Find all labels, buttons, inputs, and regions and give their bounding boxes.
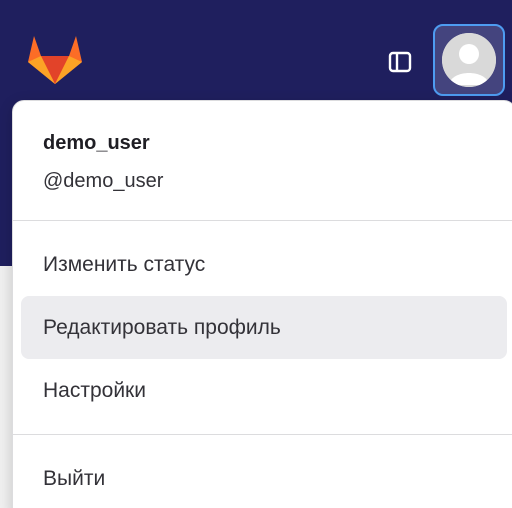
menu-item-sign-out[interactable]: Выйти xyxy=(21,447,507,508)
avatar xyxy=(442,33,496,87)
menu-item-set-status[interactable]: Изменить статус xyxy=(21,233,507,296)
sidebar-toggle-icon xyxy=(388,51,412,73)
menu-item-edit-profile[interactable]: Редактировать профиль xyxy=(21,296,507,359)
user-info[interactable]: demo_user @demo_user xyxy=(13,101,512,220)
user-avatar-icon xyxy=(442,33,496,87)
menu-item-preferences[interactable]: Настройки xyxy=(21,359,507,422)
app-stage: demo_user @demo_user Изменить статус Ред… xyxy=(0,0,512,508)
menu-section-main: Изменить статус Редактировать профиль На… xyxy=(13,221,512,434)
menu-section-signout: Выйти xyxy=(13,435,512,508)
user-menu-button[interactable] xyxy=(433,24,505,96)
user-name: demo_user xyxy=(43,132,150,154)
gitlab-logo-icon[interactable] xyxy=(26,32,84,86)
sidebar-toggle-button[interactable] xyxy=(385,47,415,77)
user-menu-dropdown: demo_user @demo_user Изменить статус Ред… xyxy=(12,100,512,508)
user-handle: @demo_user xyxy=(43,170,164,192)
